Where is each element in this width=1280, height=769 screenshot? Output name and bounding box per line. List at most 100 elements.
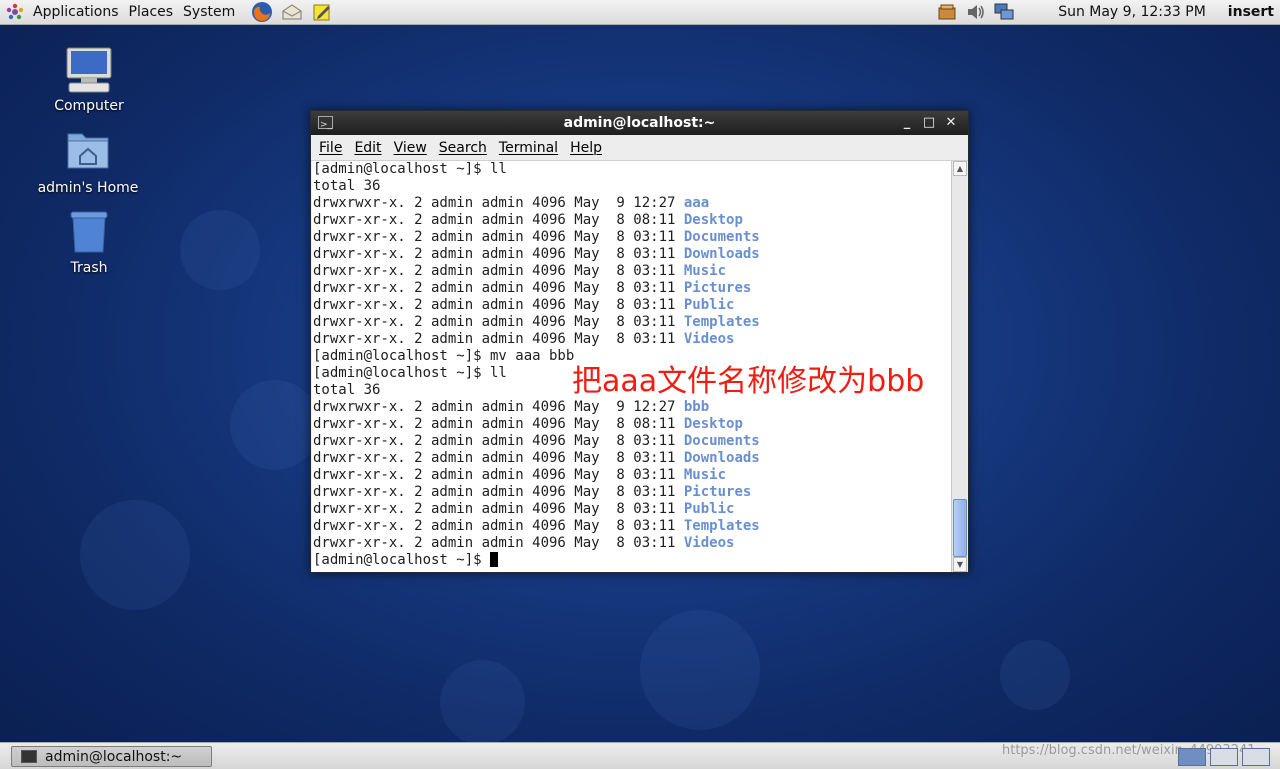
directory-name: Downloads	[683, 450, 760, 466]
terminal-line-text: drwxr-xr-x. 2 admin admin 4096 May 8 08:…	[313, 416, 684, 432]
trash-icon	[65, 208, 113, 256]
terminal-line: drwxr-xr-x. 2 admin admin 4096 May 8 03:…	[312, 433, 953, 450]
terminal-prompt-line: [admin@localhost ~]$	[312, 552, 953, 569]
terminal-line-text: total 36	[313, 382, 381, 398]
menu-file[interactable]: File	[313, 140, 348, 156]
window-controls: _ □ ✕	[896, 111, 962, 135]
terminal-line: [admin@localhost ~]$ ll	[312, 161, 953, 178]
scrollbar-thumb[interactable]	[953, 499, 967, 557]
mail-launcher[interactable]	[280, 1, 304, 23]
terminal-line: drwxr-xr-x. 2 admin admin 4096 May 8 03:…	[312, 331, 953, 348]
menu-view[interactable]: View	[388, 140, 433, 156]
terminal-line-text: drwxr-xr-x. 2 admin admin 4096 May 8 03:…	[313, 314, 684, 330]
directory-name: Public	[683, 297, 735, 313]
terminal-line: total 36	[312, 178, 953, 195]
background-bubble	[80, 500, 190, 610]
clock[interactable]: Sun May 9, 12:33 PM	[1058, 4, 1206, 20]
terminal-line: drwxr-xr-x. 2 admin admin 4096 May 8 03:…	[312, 314, 953, 331]
menu-applications[interactable]: Applications	[28, 0, 124, 24]
workspace-3[interactable]	[1242, 748, 1270, 766]
terminal-line: drwxr-xr-x. 2 admin admin 4096 May 8 03:…	[312, 484, 953, 501]
terminal-line: drwxr-xr-x. 2 admin admin 4096 May 8 08:…	[312, 416, 953, 433]
desktop-icon-home[interactable]: admin's Home	[28, 128, 148, 196]
background-bubble	[180, 210, 260, 290]
firefox-launcher[interactable]	[250, 1, 274, 23]
directory-name: aaa	[683, 195, 710, 211]
terminal-line-text: drwxr-xr-x. 2 admin admin 4096 May 8 03:…	[313, 263, 684, 279]
terminal-line-text: drwxr-xr-x. 2 admin admin 4096 May 8 03:…	[313, 535, 684, 551]
background-bubble	[1000, 640, 1070, 710]
terminal-line-text: drwxr-xr-x. 2 admin admin 4096 May 8 03:…	[313, 280, 684, 296]
maximize-icon[interactable]: □	[918, 111, 940, 135]
terminal-line-text: [admin@localhost ~]$ mv aaa bbb	[313, 348, 575, 364]
terminal-line-text: [admin@localhost ~]$ ll	[313, 365, 507, 381]
home-folder-icon	[64, 128, 112, 176]
terminal-line: drwxr-xr-x. 2 admin admin 4096 May 8 03:…	[312, 450, 953, 467]
directory-name: Documents	[683, 229, 760, 245]
mail-icon	[282, 4, 302, 20]
scroll-down-icon[interactable]: ▼	[953, 557, 967, 572]
workspace-2[interactable]	[1210, 748, 1238, 766]
directory-name: Videos	[683, 535, 735, 551]
directory-name: Pictures	[683, 484, 752, 500]
menu-search[interactable]: Search	[433, 140, 493, 156]
terminal-line-text: drwxr-xr-x. 2 admin admin 4096 May 8 03:…	[313, 331, 684, 347]
window-titlebar[interactable]: >_ admin@localhost:~ _ □ ✕	[311, 111, 968, 135]
background-bubble	[230, 380, 320, 470]
network-tray[interactable]	[993, 2, 1015, 22]
background-bubble	[640, 610, 760, 730]
firefox-icon	[252, 2, 273, 22]
annotation-text: 把aaa文件名称修改为bbb	[572, 364, 925, 399]
terminal-line-text: drwxr-xr-x. 2 admin admin 4096 May 8 03:…	[313, 501, 684, 517]
terminal-line: drwxr-xr-x. 2 admin admin 4096 May 8 03:…	[312, 501, 953, 518]
text-cursor	[490, 552, 499, 567]
terminal-line-text: drwxr-xr-x. 2 admin admin 4096 May 8 03:…	[313, 467, 684, 483]
directory-name: Desktop	[683, 212, 743, 228]
menu-edit[interactable]: Edit	[348, 140, 387, 156]
desktop-icon-label: admin's Home	[37, 180, 139, 196]
terminal-line-text: drwxr-xr-x. 2 admin admin 4096 May 8 03:…	[313, 484, 684, 500]
gnome-foot-icon[interactable]	[6, 3, 24, 21]
terminal-icon	[21, 750, 37, 763]
note-edit-icon	[313, 4, 331, 21]
terminal-line: drwxrwxr-x. 2 admin admin 4096 May 9 12:…	[312, 195, 953, 212]
scroll-up-icon[interactable]: ▲	[953, 161, 967, 176]
minimize-icon[interactable]: _	[896, 111, 918, 135]
terminal-line: drwxrwxr-x. 2 admin admin 4096 May 9 12:…	[312, 399, 953, 416]
terminal-line-text: drwxrwxr-x. 2 admin admin 4096 May 9 12:…	[313, 195, 684, 211]
update-tray[interactable]	[937, 2, 959, 22]
directory-name: Downloads	[683, 246, 760, 262]
taskbar-button-label: admin@localhost:~	[45, 748, 183, 765]
terminal-window: >_ admin@localhost:~ _ □ ✕ File Edit Vie…	[310, 110, 969, 573]
bottom-panel: admin@localhost:~ https://blog.csdn.net/…	[0, 742, 1280, 769]
terminal-line-text: drwxr-xr-x. 2 admin admin 4096 May 8 03:…	[313, 450, 684, 466]
package-update-icon	[938, 4, 956, 20]
terminal-line-text: drwxr-xr-x. 2 admin admin 4096 May 8 03:…	[313, 246, 684, 262]
volume-tray[interactable]	[965, 2, 987, 22]
notes-launcher[interactable]	[310, 1, 334, 23]
terminal-line: drwxr-xr-x. 2 admin admin 4096 May 8 03:…	[312, 280, 953, 297]
menu-system[interactable]: System	[178, 0, 240, 24]
terminal-line: drwxr-xr-x. 2 admin admin 4096 May 8 03:…	[312, 535, 953, 552]
directory-name: Templates	[683, 518, 760, 534]
terminal-line-text: drwxr-xr-x. 2 admin admin 4096 May 8 08:…	[313, 212, 684, 228]
terminal-line-text: drwxr-xr-x. 2 admin admin 4096 May 8 03:…	[313, 229, 684, 245]
menu-help[interactable]: Help	[564, 140, 608, 156]
menu-terminal[interactable]: Terminal	[493, 140, 564, 156]
terminal-line: drwxr-xr-x. 2 admin admin 4096 May 8 03:…	[312, 297, 953, 314]
terminal-line-text: [admin@localhost ~]$ ll	[313, 161, 507, 177]
terminal-line-text: drwxr-xr-x. 2 admin admin 4096 May 8 03:…	[313, 433, 684, 449]
workspace-1[interactable]	[1178, 748, 1206, 766]
desktop-icon-trash[interactable]: Trash	[29, 208, 149, 276]
taskbar-button-terminal[interactable]: admin@localhost:~	[11, 746, 212, 767]
terminal-menubar: File Edit View Search Terminal Help	[311, 135, 968, 161]
desktop-icon-label: Trash	[70, 260, 108, 276]
close-icon[interactable]: ✕	[940, 111, 962, 135]
network-icon	[994, 3, 1014, 20]
desktop-icon-computer[interactable]: Computer	[29, 46, 149, 114]
menu-places[interactable]: Places	[124, 0, 179, 24]
terminal-line: drwxr-xr-x. 2 admin admin 4096 May 8 03:…	[312, 467, 953, 484]
terminal-scrollbar[interactable]: ▲ ▼	[951, 161, 967, 572]
directory-name: Music	[683, 467, 727, 483]
directory-name: Templates	[683, 314, 760, 330]
